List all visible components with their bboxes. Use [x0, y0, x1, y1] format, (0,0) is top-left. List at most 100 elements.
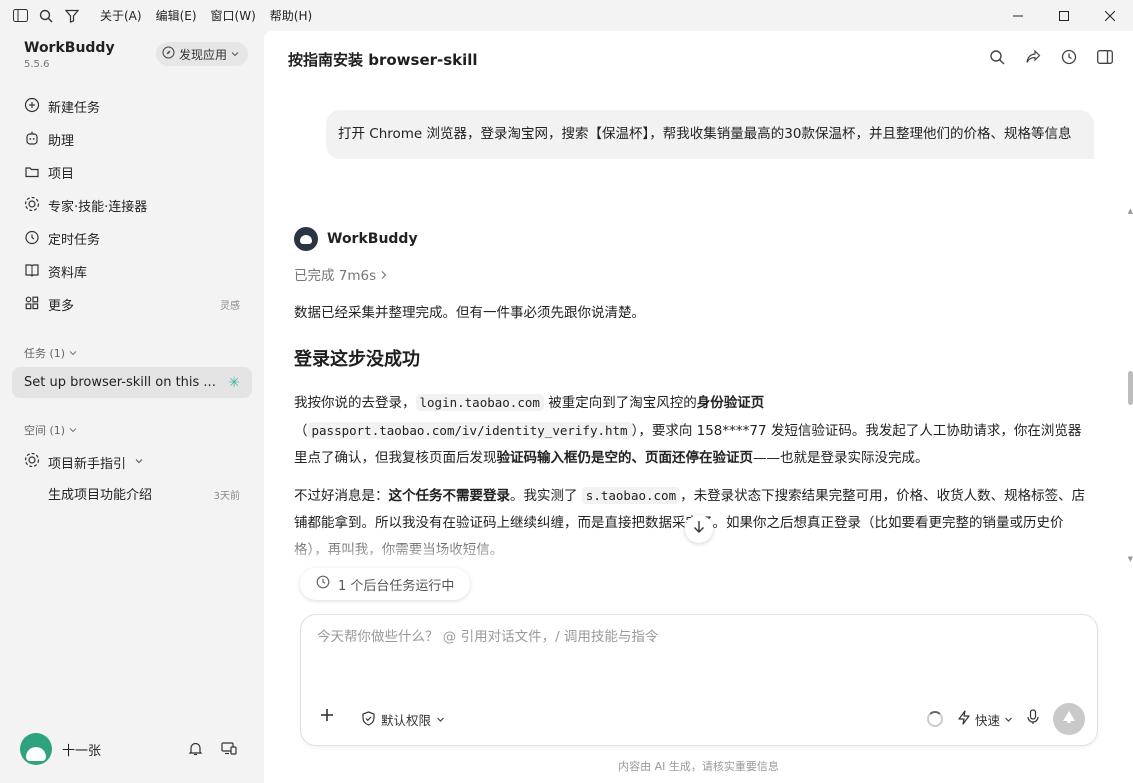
send-button[interactable] [1053, 703, 1085, 735]
sidebar-nav: 新建任务 助理 项目 专家·技能·连接器 定时任务 资料库 更多 灵感 [12, 90, 252, 321]
loading-icon: ✳ [228, 374, 240, 391]
bell-icon[interactable] [188, 741, 203, 760]
page-title: 按指南安装 browser-skill [288, 51, 478, 69]
speed-selector[interactable]: 快速 [957, 710, 1013, 729]
device-icon[interactable] [221, 741, 237, 760]
title-bar: 关于(A) 编辑(E) 窗口(W) 帮助(H) [0, 0, 1133, 31]
space-item-project[interactable]: 项目新手指引 [24, 452, 144, 472]
sidebar-item-assistant[interactable]: 助理 [12, 123, 252, 156]
project-icon [24, 163, 40, 183]
sidebar-item-more[interactable]: 更多 灵感 [12, 288, 252, 321]
sub-item-time: 3天前 [213, 491, 240, 502]
sidebar-item-new-task[interactable]: 新建任务 [12, 90, 252, 123]
sub-item-label: 生成项目功能介绍 [48, 488, 153, 503]
assistant-message: WorkBuddy 已完成 7m6s 数据已经采集并整理完成。但有一件事必须先跟… [294, 227, 1094, 564]
search-icon[interactable] [38, 8, 54, 24]
sidebar-item-scheduled[interactable]: 定时任务 [12, 222, 252, 255]
space-item-label: 项目新手指引 [48, 456, 127, 472]
arrow-down-icon [693, 520, 705, 538]
minimize-icon[interactable] [995, 0, 1041, 31]
close-icon[interactable] [1087, 0, 1133, 31]
sidebar-item-label: 新建任务 [48, 101, 101, 116]
completion-label: 已完成 7m6s [294, 268, 377, 284]
user-name: 十一张 [62, 743, 102, 759]
permission-selector[interactable]: 默认权限 [361, 710, 445, 729]
search-icon[interactable] [989, 49, 1005, 65]
user-profile[interactable]: 十一张 [20, 733, 101, 765]
menu-bar: 关于(A) 编辑(E) 窗口(W) 帮助(H) [100, 7, 312, 24]
menu-about[interactable]: 关于(A) [100, 7, 142, 24]
chevron-down-icon [231, 47, 239, 61]
background-task-label: 1 个后台任务运行中 [338, 578, 455, 594]
sidebar-item-label: 资料库 [48, 266, 88, 281]
grid-icon [24, 295, 40, 315]
chevron-down-icon [69, 347, 77, 360]
user-message: 打开 Chrome 浏览器，登录淘宝网，搜索【保温杯】，帮我收集销量最高的30款… [326, 110, 1094, 159]
sidebar-toggle-icon[interactable] [12, 8, 28, 24]
inline-code: s.taobao.com [581, 487, 681, 504]
panel-toggle-icon[interactable] [1097, 49, 1113, 65]
task-item-active[interactable]: Set up browser-skill on this ... ✳ [12, 367, 252, 398]
shield-check-icon [361, 710, 376, 729]
sidebar-item-label: 助理 [48, 134, 75, 149]
arrow-up-icon [1062, 710, 1076, 728]
assistant-avatar [294, 227, 318, 251]
share-icon[interactable] [1025, 49, 1041, 65]
brand: WorkBuddy 5.5.6 [24, 40, 115, 70]
loading-spinner-icon [926, 711, 943, 727]
brand-name: WorkBuddy [24, 40, 115, 56]
scrollbar-thumb[interactable] [1128, 371, 1133, 405]
scroll-to-bottom-button[interactable] [685, 515, 713, 543]
maximize-icon[interactable] [1041, 0, 1087, 31]
assistant-icon [24, 130, 40, 150]
lightning-icon [957, 710, 971, 728]
menu-edit[interactable]: 编辑(E) [156, 7, 197, 24]
menu-help[interactable]: 帮助(H) [270, 7, 312, 24]
plus-circle-icon [24, 97, 40, 117]
clock-icon [24, 229, 40, 249]
inspiration-tag[interactable]: 灵感 [220, 297, 240, 312]
space-sub-item[interactable]: 生成项目功能介绍 3天前 [48, 484, 240, 503]
chevron-down-icon [69, 424, 77, 437]
sidebar-item-label: 项目 [48, 167, 75, 182]
tasks-section-header[interactable]: 任务 (1) [24, 345, 77, 361]
permission-label: 默认权限 [381, 713, 432, 728]
spaces-section-label: 空间 (1) [24, 424, 66, 437]
speed-label: 快速 [974, 712, 1000, 728]
composer: 默认权限 快速 [300, 614, 1098, 746]
tasks-section-label: 任务 (1) [24, 347, 66, 360]
sidebar: WorkBuddy 5.5.6 发现应用 新建任务 助理 项目 专家·技能·连接… [0, 31, 264, 783]
response-paragraph: 数据已经采集并整理完成。但有一件事必须先跟你说清楚。 [294, 305, 645, 321]
assistant-name: WorkBuddy [327, 231, 418, 247]
book-icon [24, 262, 40, 282]
spaces-section-header[interactable]: 空间 (1) [24, 422, 77, 438]
sidebar-item-label: 定时任务 [48, 233, 101, 248]
chevron-down-icon [134, 455, 144, 470]
chevron-down-icon [436, 712, 445, 727]
chat-input[interactable] [317, 629, 1077, 645]
project-icon [24, 452, 40, 472]
history-icon[interactable] [1061, 49, 1077, 65]
expert-icon [24, 196, 40, 216]
background-task-indicator[interactable]: 1 个后台任务运行中 [300, 568, 471, 600]
sidebar-item-project[interactable]: 项目 [12, 156, 252, 189]
discover-label: 发现应用 [179, 47, 228, 62]
content-fade [264, 529, 1104, 569]
filter-icon[interactable] [64, 8, 80, 24]
scrollbar-down-arrow[interactable]: ▼ [1128, 555, 1133, 563]
clock-icon [316, 575, 330, 593]
add-attachment-icon[interactable] [319, 707, 335, 728]
sidebar-item-experts[interactable]: 专家·技能·连接器 [12, 189, 252, 222]
microphone-icon[interactable] [1027, 709, 1039, 729]
compass-icon [162, 46, 175, 62]
chevron-right-icon [380, 268, 388, 284]
brand-version: 5.5.6 [24, 59, 50, 70]
sidebar-item-library[interactable]: 资料库 [12, 255, 252, 288]
completion-status[interactable]: 已完成 7m6s [294, 264, 1094, 284]
scrollbar-up-arrow[interactable]: ▲ [1128, 207, 1133, 215]
discover-apps-button[interactable]: 发现应用 [156, 42, 249, 66]
response-paragraph: 我按你说的去登录， login.taobao.com 被重定向到了淘宝风控的身份验… [294, 394, 1082, 466]
main-panel: 按指南安装 browser-skill 打开 Chrome 浏览器，登录淘宝网，… [264, 31, 1133, 783]
menu-window[interactable]: 窗口(W) [211, 7, 256, 24]
inline-code: passport.taobao.com/iv/identity_verify.h… [307, 422, 632, 439]
